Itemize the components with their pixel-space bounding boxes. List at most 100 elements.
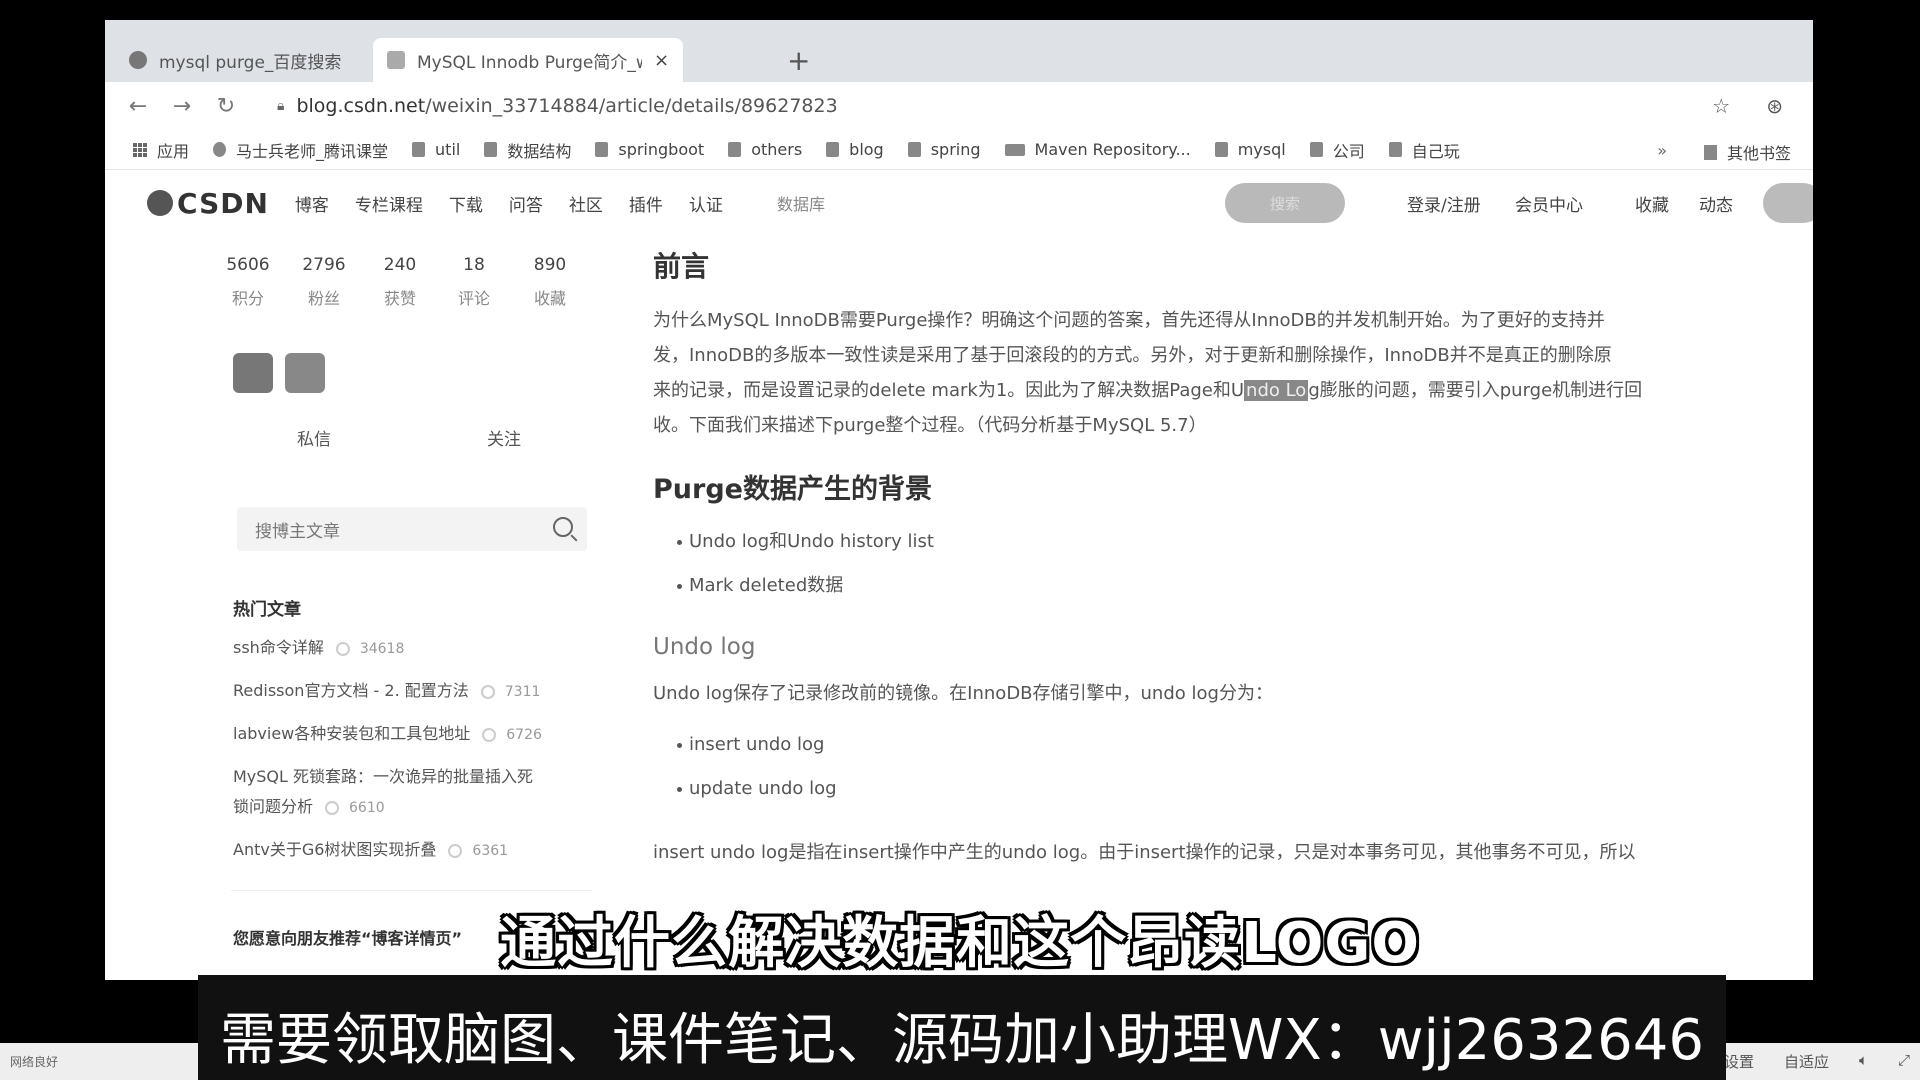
- background-list: Undo log和Undo history list Mark deleted数…: [653, 520, 1803, 608]
- tab-strip: mysql purge_百度搜索 × MySQL Innodb Purge简介_…: [105, 20, 1813, 82]
- paragraph-insert-undo: insert undo log是指在insert操作中产生的undo log。由…: [653, 842, 1636, 863]
- reload-icon[interactable]: ↻: [215, 94, 237, 119]
- folder-icon: [826, 142, 840, 157]
- bookmark-item[interactable]: Maven Repository...: [1004, 140, 1191, 159]
- write-pen-button[interactable]: [1763, 183, 1813, 223]
- bookmarks-bar: 应用 马士兵老师_腾讯课堂 util 数据结构 springboot other…: [105, 130, 1813, 170]
- url-host: blog.csdn.net: [296, 95, 426, 117]
- nav-community[interactable]: 社区: [569, 191, 603, 216]
- folder-icon: [484, 142, 498, 157]
- list-item: insert undo log: [653, 723, 1803, 767]
- apps-grid-icon: [133, 142, 147, 157]
- folder-icon: [1309, 142, 1323, 157]
- back-arrow-icon[interactable]: ←: [127, 94, 149, 119]
- paragraph-undo: Undo log保存了记录修改前的镜像。在InnoDB存储引擎中，undo lo…: [653, 683, 1273, 704]
- bookmark-folder[interactable]: util: [412, 140, 460, 159]
- heading-background: Purge数据产生的背景: [653, 474, 932, 505]
- baidu-paw-icon: [129, 51, 147, 69]
- hot-article-item[interactable]: labview各种安装包和工具包地址 6726: [233, 719, 593, 750]
- list-item: Undo log和Undo history list: [653, 520, 1803, 564]
- achievement-badge-icon: [285, 353, 325, 393]
- tab-title: MySQL Innodb Purge简介_we: [417, 52, 642, 73]
- bookmark-folder[interactable]: mysql: [1214, 140, 1286, 159]
- folder-icon: [1703, 144, 1717, 160]
- new-tab-button[interactable]: +: [787, 44, 810, 77]
- stat-points: 5606 积分: [226, 255, 270, 308]
- divider: [231, 890, 591, 891]
- promo-banner: 需要领取脑图、课件笔记、源码加小助理WX：wjj2632646: [198, 975, 1726, 1080]
- hot-article-item[interactable]: Antv关于G6树状图实现折叠 6361: [233, 835, 593, 866]
- video-subtitle: 通过什么解决数据和这个昂读LOGO: [500, 911, 1420, 976]
- folder-icon: [595, 142, 609, 157]
- url-path: /weixin_33714884/article/details/8962782…: [425, 95, 838, 117]
- login-register-link[interactable]: 登录/注册: [1407, 191, 1481, 216]
- fullscreen-icon[interactable]: ⤢: [1898, 1051, 1910, 1072]
- csdn-header: CSDN 博客 专栏课程 下载 问答 社区 插件 认证 数据库 搜索 登录/注册…: [105, 171, 1813, 235]
- forward-arrow-icon[interactable]: →: [171, 94, 193, 119]
- list-item: update undo log: [653, 767, 1803, 811]
- other-bookmarks[interactable]: 其他书签: [1703, 140, 1791, 164]
- eye-icon: [325, 800, 340, 815]
- browser-toolbar: ← → ↻ 🔒︎ blog.csdn.net/weixin_33714884/a…: [105, 82, 1813, 130]
- favorites-link[interactable]: 收藏: [1635, 191, 1669, 216]
- csdn-logo-icon: [147, 190, 173, 216]
- blogger-search-input[interactable]: 搜博主文章: [237, 507, 587, 551]
- author-sidebar: 5606 积分 2796 粉丝 240 获赞 18 评论 890 收藏 私信 关注 搜博主…: [205, 235, 595, 980]
- bookmark-folder[interactable]: 公司: [1309, 138, 1365, 162]
- address-bar[interactable]: 🔒︎ blog.csdn.net/weixin_33714884/article…: [277, 95, 838, 117]
- folder-icon: [412, 142, 426, 157]
- extension-icon[interactable]: ⊛: [1766, 94, 1783, 118]
- hot-article-item[interactable]: MySQL 死锁套路：一次诡异的批量插入死 锁问题分析 6610: [233, 762, 593, 823]
- adaptive-quality-button[interactable]: 自适应: [1784, 1051, 1829, 1072]
- csdn-search-button[interactable]: 搜索: [1225, 183, 1345, 223]
- activity-link[interactable]: 动态: [1699, 191, 1733, 216]
- hot-articles-heading: 热门文章: [233, 600, 301, 620]
- volume-icon[interactable]: 🔈︎: [1859, 1051, 1868, 1072]
- bookmarks-overflow-chevron-icon[interactable]: »: [1657, 141, 1667, 160]
- level-badge-icon: [233, 353, 273, 393]
- private-message-button[interactable]: 私信: [297, 425, 331, 450]
- stat-favorites: 890 收藏: [533, 255, 567, 308]
- maven-icon: [1004, 143, 1025, 156]
- bookmark-folder[interactable]: springboot: [595, 140, 704, 159]
- eye-icon: [480, 684, 495, 699]
- hot-article-item[interactable]: Redisson官方文档 - 2. 配置方法 7311: [233, 676, 593, 707]
- bookmark-folder[interactable]: spring: [907, 140, 981, 159]
- bookmark-folder[interactable]: 数据结构: [484, 138, 571, 162]
- member-center-link[interactable]: 会员中心: [1515, 191, 1583, 216]
- hot-article-item[interactable]: ssh命令详解 34618: [233, 633, 593, 664]
- search-icon[interactable]: [553, 517, 573, 537]
- paragraph-intro: 为什么MySQL InnoDB需要Purge操作？明确这个问题的答案，首先还得从…: [653, 310, 1643, 436]
- network-status: 网络良好: [10, 1055, 59, 1069]
- stat-fans: 2796 粉丝: [302, 255, 346, 308]
- nav-courses[interactable]: 专栏课程: [355, 191, 423, 216]
- folder-icon: [1388, 142, 1402, 157]
- bookmark-folder[interactable]: blog: [826, 140, 884, 159]
- nav-plugins[interactable]: 插件: [629, 191, 663, 216]
- folder-icon: [1214, 142, 1228, 157]
- eye-icon: [448, 843, 463, 858]
- list-item: Mark deleted数据: [653, 564, 1803, 608]
- heading-undo-log: Undo log: [653, 634, 756, 660]
- bookmark-item[interactable]: 马士兵老师_腾讯课堂: [213, 138, 388, 162]
- nav-certification[interactable]: 认证: [689, 191, 723, 216]
- nav-qa[interactable]: 问答: [509, 191, 543, 216]
- follow-button[interactable]: 关注: [487, 425, 521, 450]
- bookmark-folder[interactable]: others: [728, 140, 802, 159]
- nav-blog[interactable]: 博客: [295, 191, 329, 216]
- tab-csdn-article[interactable]: MySQL Innodb Purge简介_we ×: [373, 38, 684, 82]
- csdn-page-icon: [387, 51, 405, 69]
- folder-icon: [907, 142, 921, 157]
- nav-download[interactable]: 下载: [449, 191, 483, 216]
- csdn-search-input[interactable]: 数据库: [763, 183, 1177, 223]
- video-frame: mysql purge_百度搜索 × MySQL Innodb Purge简介_…: [0, 0, 1920, 1080]
- csdn-logo[interactable]: CSDN: [147, 187, 269, 220]
- lock-icon: 🔒︎: [277, 98, 285, 114]
- bookmark-apps[interactable]: 应用: [133, 138, 189, 162]
- bookmark-folder[interactable]: 自己玩: [1388, 138, 1460, 162]
- star-icon[interactable]: ☆: [1712, 94, 1730, 118]
- article-body: 前言 为什么MySQL InnoDB需要Purge操作？明确这个问题的答案，首先…: [653, 235, 1803, 980]
- eye-icon: [482, 727, 497, 742]
- heading-preface: 前言: [653, 250, 710, 283]
- close-icon[interactable]: ×: [654, 50, 669, 71]
